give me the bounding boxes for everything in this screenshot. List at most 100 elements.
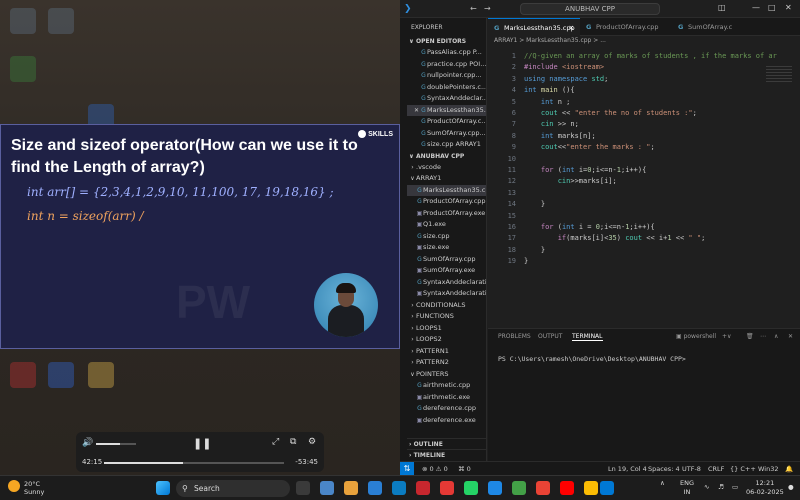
notification-center-icon[interactable]: ●	[788, 483, 794, 492]
terminal-prompt[interactable]: PS C:\Users\ramesh\OneDrive\Desktop\ANUB…	[498, 355, 686, 363]
code-line[interactable]: //Q-given an array of marks of students …	[524, 52, 777, 60]
folder-item[interactable]: › .vscode	[407, 162, 486, 174]
desktop-shortcut-icon[interactable]	[10, 8, 36, 34]
remote-icon[interactable]: ⇅	[400, 462, 414, 476]
timeline-section[interactable]: › TIMELINE	[407, 449, 486, 460]
code-line[interactable]: int marks[n];	[524, 132, 596, 140]
widgets-icon[interactable]	[320, 481, 334, 495]
open-editor-item[interactable]: GSyntaxAnddeclar...	[407, 93, 486, 105]
editor-tab[interactable]: G MarksLessthan35.cpp ✕	[488, 18, 580, 36]
editor-tab[interactable]: G ProductOfArray.cpp	[580, 18, 672, 36]
tab-terminal[interactable]: TERMINAL	[572, 333, 603, 341]
code-line[interactable]: cin>>marks[i];	[524, 177, 617, 185]
code-editor[interactable]: G MarksLessthan35.cpp ✕ G ProductOfArray.cpp…	[488, 18, 800, 328]
kill-terminal-icon[interactable]: 🗑	[746, 333, 754, 340]
whatsapp-icon[interactable]	[464, 481, 478, 495]
desktop-shortcut-icon[interactable]	[10, 56, 36, 82]
language-indicator[interactable]: ENG IN	[680, 479, 694, 497]
desktop-shortcut-icon[interactable]	[48, 8, 74, 34]
new-terminal-icon[interactable]: +∨	[722, 333, 731, 340]
file-explorer-icon[interactable]	[344, 481, 358, 495]
clock[interactable]: 12:21 06-02-2025	[746, 479, 784, 497]
file-item[interactable]: ▣size.exe	[407, 242, 486, 254]
indentation[interactable]: Spaces: 4	[648, 465, 680, 473]
taskbar-search[interactable]: ⚲ Search	[176, 480, 290, 497]
code-area[interactable]: 1 //Q-given an array of marks of students…	[488, 48, 800, 278]
folder-item[interactable]: ∨ARRAY1	[407, 173, 486, 185]
folder-item[interactable]: › PATTERN1	[407, 346, 486, 358]
code-line[interactable]: int main (){	[524, 86, 575, 94]
errors-status[interactable]: ⊗ 0 ⚠ 0	[422, 465, 448, 473]
open-editor-item[interactable]: GProductOfArray.c...	[407, 116, 486, 128]
file-item[interactable]: GSyntaxAnddeclaratio...	[407, 277, 486, 289]
editor-tab[interactable]: G SumOfArray.c	[672, 18, 764, 36]
code-line[interactable]: cin >> n;	[524, 120, 579, 128]
shell-label[interactable]: ▣ powershell	[676, 333, 716, 340]
encoding[interactable]: UTF-8	[682, 465, 701, 473]
file-item[interactable]: GProductOfArray.cpp	[407, 196, 486, 208]
breadcrumb[interactable]: ARRAY1 > MarksLessthan35.cpp > ...	[488, 36, 800, 46]
tray-chevron-icon[interactable]: ∧	[660, 479, 665, 488]
layout-icon[interactable]: ◫	[718, 3, 726, 12]
folder-item[interactable]: › FUNCTIONS	[407, 311, 486, 323]
open-editor-item[interactable]: Gnullpointer.cpp...	[407, 70, 486, 82]
open-editors-section[interactable]: ∨ OPEN EDITORS	[407, 36, 486, 47]
folder-item[interactable]: › CONDITIONALS	[407, 300, 486, 312]
desktop-shortcut-icon[interactable]	[48, 362, 74, 388]
file-item[interactable]: GMarksLessthan35.cpp	[407, 184, 486, 196]
task-view-icon[interactable]	[296, 481, 310, 495]
minimize-button[interactable]: —	[752, 3, 760, 12]
file-item[interactable]: GSumOfArray.cpp	[407, 254, 486, 266]
close-panel-icon[interactable]: ✕	[788, 333, 793, 340]
file-item[interactable]: Gdereference.cpp	[407, 403, 486, 415]
volume-icon[interactable]: 🔊	[82, 438, 93, 448]
command-center-search[interactable]: ANUBHAV CPP	[520, 3, 660, 15]
app-icon[interactable]	[488, 481, 502, 495]
line-ending[interactable]: CRLF	[708, 465, 724, 473]
file-item[interactable]: ▣ProductOfArray.exe	[407, 208, 486, 220]
wifi-icon[interactable]: ∿	[704, 483, 709, 492]
platform[interactable]: Win32	[758, 465, 778, 473]
folder-item[interactable]: › PATTERN2	[407, 357, 486, 369]
code-line[interactable]: int n ;	[524, 98, 571, 106]
tab-output[interactable]: OUTPUT	[538, 333, 562, 340]
open-editor-item[interactable]: Gpractice.cpp POI...	[407, 59, 486, 71]
code-line[interactable]: cout<<"enter the marks : ";	[524, 143, 655, 151]
code-line[interactable]: #include <iostream>	[524, 63, 604, 71]
maximize-panel-icon[interactable]: ∧	[774, 333, 778, 340]
open-editor-item[interactable]: GPassAlias.cpp P...	[407, 47, 486, 59]
code-line[interactable]: }	[524, 257, 528, 265]
volume-slider[interactable]	[96, 443, 136, 445]
code-line[interactable]: cout << "enter the no of students :";	[524, 109, 697, 117]
open-editor-item[interactable]: ✕ GMarksLessthan35...	[407, 104, 486, 116]
video-player[interactable]: Size and sizeof operator(How can we use …	[0, 124, 400, 349]
folder-item[interactable]: ∨POINTERS	[407, 369, 486, 381]
cursor-position[interactable]: Ln 19, Col 4	[608, 465, 647, 473]
file-item[interactable]: Gsize.cpp	[407, 231, 486, 243]
minimap[interactable]	[766, 66, 792, 82]
forward-arrow-icon[interactable]: →	[484, 4, 491, 13]
start-icon[interactable]	[156, 481, 170, 495]
code-line[interactable]: using namespace std;	[524, 75, 608, 83]
code-line[interactable]: }	[524, 200, 545, 208]
chrome-icon[interactable]	[584, 481, 598, 495]
notifications-icon[interactable]: 🔔	[785, 465, 793, 473]
back-arrow-icon[interactable]: ←	[470, 4, 477, 13]
desktop-shortcut-icon[interactable]	[88, 362, 114, 388]
app-icon[interactable]	[416, 481, 430, 495]
more-icon[interactable]: ⋯	[760, 333, 766, 340]
store-icon[interactable]	[392, 481, 406, 495]
picture-in-picture-icon[interactable]: ⧉	[290, 437, 296, 447]
edge-icon[interactable]	[368, 481, 382, 495]
file-item[interactable]: Gairthmetic.cpp	[407, 380, 486, 392]
maximize-button[interactable]: □	[768, 3, 776, 12]
open-editor-item[interactable]: GSumOfArray.cpp...	[407, 128, 486, 140]
weather-widget[interactable]: 20°C Sunny	[8, 480, 44, 496]
open-editor-item[interactable]: Gsize.cpp ARRAY1	[407, 139, 486, 151]
desktop-shortcut-icon[interactable]	[10, 362, 36, 388]
language-mode[interactable]: {} C++	[730, 465, 756, 473]
battery-icon[interactable]: ▭	[732, 483, 738, 492]
file-item[interactable]: ▣SyntaxAnddeclaratio...	[407, 288, 486, 300]
code-line[interactable]: }	[524, 246, 545, 254]
chrome-icon[interactable]	[536, 481, 550, 495]
